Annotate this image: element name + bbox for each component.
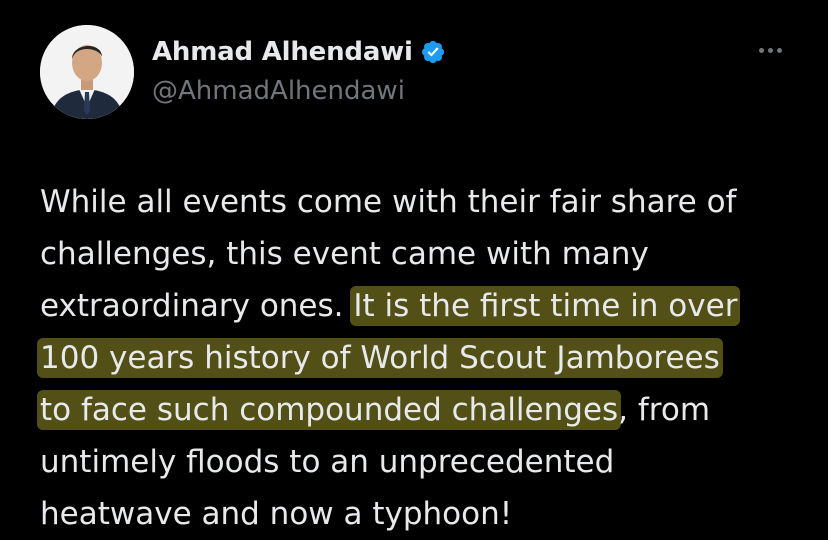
display-name[interactable]: Ahmad Alhendawi: [152, 37, 413, 67]
highlighted-text: to face such compounded challenges: [37, 390, 622, 430]
author-name-row[interactable]: Ahmad Alhendawi: [152, 34, 446, 70]
highlighted-text: It is the first time in over: [350, 286, 741, 326]
text-segment: challenges, this event came with many: [40, 236, 649, 272]
tweet-line: heatwave and now a typhoon!: [40, 488, 820, 540]
dot: [776, 47, 782, 53]
tweet-line: to face such compounded challenges, from: [37, 384, 820, 436]
highlighted-text: 100 years history of World Scout Jambore…: [37, 338, 723, 378]
user-handle[interactable]: @AhmadAlhendawi: [152, 76, 405, 106]
tweet-line: untimely floods to an unprecedented: [40, 436, 820, 488]
tweet-card: Ahmad Alhendawi @AhmadAlhendawi While al…: [0, 0, 828, 532]
text-segment: extraordinary ones.: [40, 288, 354, 324]
text-segment: , from: [618, 392, 711, 428]
more-options-icon[interactable]: [750, 40, 790, 60]
verified-badge-icon: [420, 39, 446, 65]
tweet-line: 100 years history of World Scout Jambore…: [37, 332, 820, 384]
tweet-line: extraordinary ones. It is the first time…: [40, 280, 820, 332]
text-segment: While all events come with their fair sh…: [40, 184, 737, 220]
tweet-text: While all events come with their fair sh…: [37, 176, 820, 540]
dot: [767, 47, 773, 53]
text-segment: heatwave and now a typhoon!: [40, 496, 513, 532]
text-segment: untimely floods to an unprecedented: [40, 444, 615, 480]
dot: [758, 47, 764, 53]
avatar[interactable]: [40, 25, 134, 119]
tweet-line: While all events come with their fair sh…: [40, 176, 820, 228]
profile-photo-icon: [40, 25, 134, 119]
tweet-line: challenges, this event came with many: [40, 228, 820, 280]
